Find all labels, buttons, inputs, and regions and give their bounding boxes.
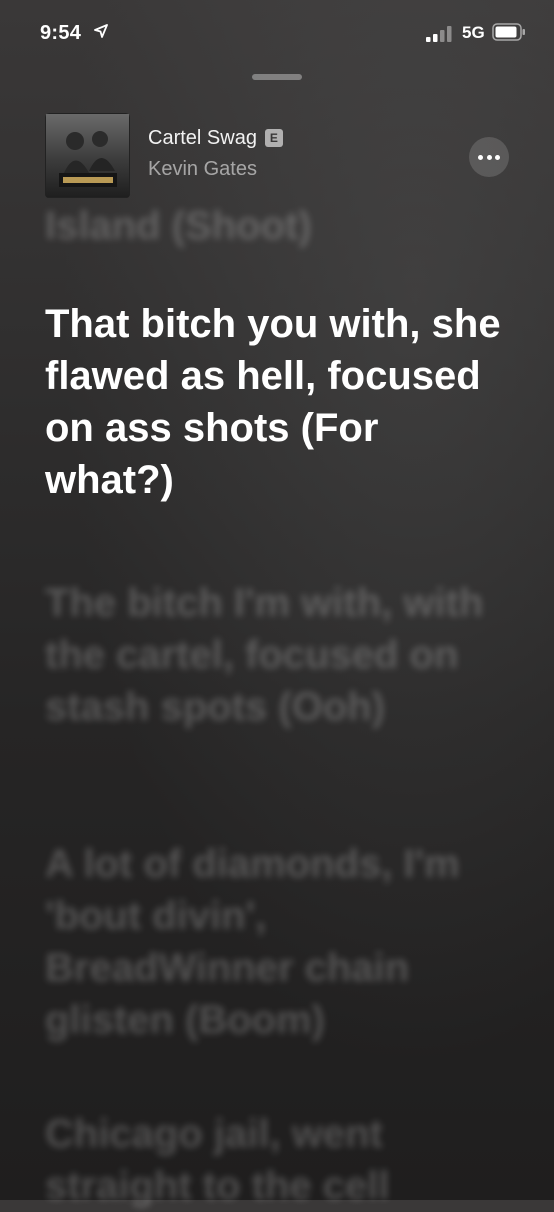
- album-artwork[interactable]: [45, 113, 130, 198]
- sheet-grabber[interactable]: [252, 74, 302, 80]
- ellipsis-dot: [495, 155, 500, 160]
- battery-icon: [492, 23, 525, 41]
- network-type: 5G: [462, 23, 485, 42]
- location-arrow-icon: [94, 24, 108, 38]
- artist-name[interactable]: Kevin Gates: [148, 158, 257, 181]
- explicit-badge: E: [264, 129, 283, 147]
- lyric-line-previous[interactable]: Island (Shoot): [45, 200, 515, 252]
- lyric-line-next[interactable]: The bitch I'm with, with the cartel, foc…: [45, 577, 515, 733]
- status-bar: 9:54 5G: [0, 0, 554, 60]
- signal-bars-icon: [426, 26, 452, 42]
- ellipsis-icon: [478, 155, 483, 160]
- track-title: Cartel Swag E: [148, 127, 283, 150]
- lyric-line-next[interactable]: A lot of diamonds, I'm 'bout divin', Bre…: [45, 838, 515, 1046]
- lyric-line-current[interactable]: That bitch you with, she flawed as hell,…: [45, 298, 515, 506]
- lyric-line-next[interactable]: Chicago jail, went straight to the cell: [45, 1108, 515, 1212]
- more-options-button[interactable]: [469, 137, 509, 177]
- status-time: 9:54: [40, 22, 82, 44]
- track-title-text: Cartel Swag: [148, 127, 257, 149]
- ellipsis-dot: [486, 155, 492, 160]
